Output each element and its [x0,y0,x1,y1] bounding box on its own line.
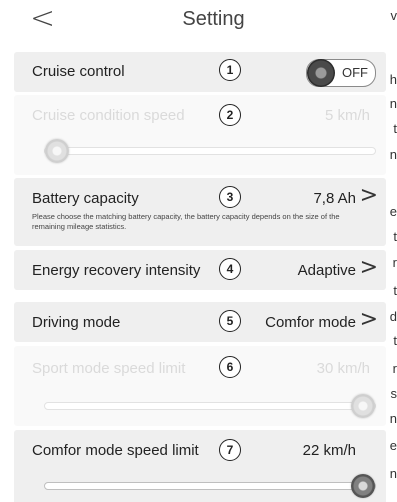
edge-letter: s [390,386,397,401]
callout-number-5: 5 [219,310,241,332]
driving-mode-label: Driving mode [32,314,121,331]
callout-number-6: 6 [219,356,241,378]
slider-thumb[interactable] [351,474,375,498]
comfort-limit-label: Comfor mode speed limit [32,442,199,459]
chevron-right-icon: > [359,183,378,208]
battery-capacity-label: Battery capacity [32,190,139,207]
callout-number-1: 1 [219,59,241,81]
callout-number-2: 2 [219,104,241,126]
edge-letter: n [389,411,397,426]
comfort-limit-value: 22 km/h [302,442,356,459]
battery-capacity-value: 7,8 Ah [313,190,356,207]
chevron-right-icon: > [359,255,378,280]
energy-recovery-value: Adaptive [297,262,356,279]
edge-letter: n [389,147,397,162]
energy-recovery-label: Energy recovery intensity [32,262,201,279]
callout-number-7: 7 [219,439,241,461]
sport-limit-value: 30 km/h [316,360,370,377]
edge-letter: n [389,96,397,111]
page-title: Setting [182,8,245,30]
cruise-speed-value: 5 km/h [324,107,370,124]
slider-thumb[interactable] [45,139,69,163]
edge-letter: t [393,283,397,298]
comfort-limit-slider[interactable] [44,474,376,498]
callout-number-4: 4 [219,258,241,280]
comfort-limit-row: Comfor mode speed limit 7 22 km/h [14,430,386,502]
header-bar: < Setting [0,0,397,40]
cruise-speed-slider[interactable] [44,139,376,163]
sport-limit-label: Sport mode speed limit [32,360,186,377]
slider-thumb[interactable] [351,394,375,418]
edge-letter: t [393,333,397,348]
driving-mode-row[interactable]: Driving mode 5 Comfor mode > [14,302,386,342]
cruise-control-label: Cruise control [32,63,125,80]
edge-letter: n [389,466,397,481]
toggle-knob [307,59,335,87]
battery-capacity-row[interactable]: Battery capacity 3 7,8 Ah > Please choos… [14,178,386,246]
edge-letter: t [393,121,397,136]
chevron-right-icon: > [359,307,378,332]
edge-letter: e [389,438,397,453]
battery-capacity-hint: Please choose the matching battery capac… [32,212,340,231]
energy-recovery-row[interactable]: Energy recovery intensity 4 Adaptive > [14,250,386,290]
sport-limit-slider[interactable] [44,394,376,418]
edge-letter: r [392,255,397,270]
toggle-state-label: OFF [342,65,368,80]
edge-letter: h [389,72,397,87]
cruise-speed-label: Cruise condition speed [32,107,185,124]
edge-letter: d [389,309,397,324]
edge-letter: e [389,204,397,219]
cruise-control-row: Cruise control 1 OFF [14,52,386,92]
callout-number-3: 3 [219,186,241,208]
edge-letter: t [393,229,397,244]
sport-limit-row: Sport mode speed limit 6 30 km/h [14,346,386,426]
driving-mode-value: Comfor mode [265,314,356,331]
edge-letter: r [392,361,397,376]
cruise-speed-row: Cruise condition speed 2 5 km/h [14,95,386,175]
cruise-control-toggle[interactable]: OFF [306,59,376,87]
